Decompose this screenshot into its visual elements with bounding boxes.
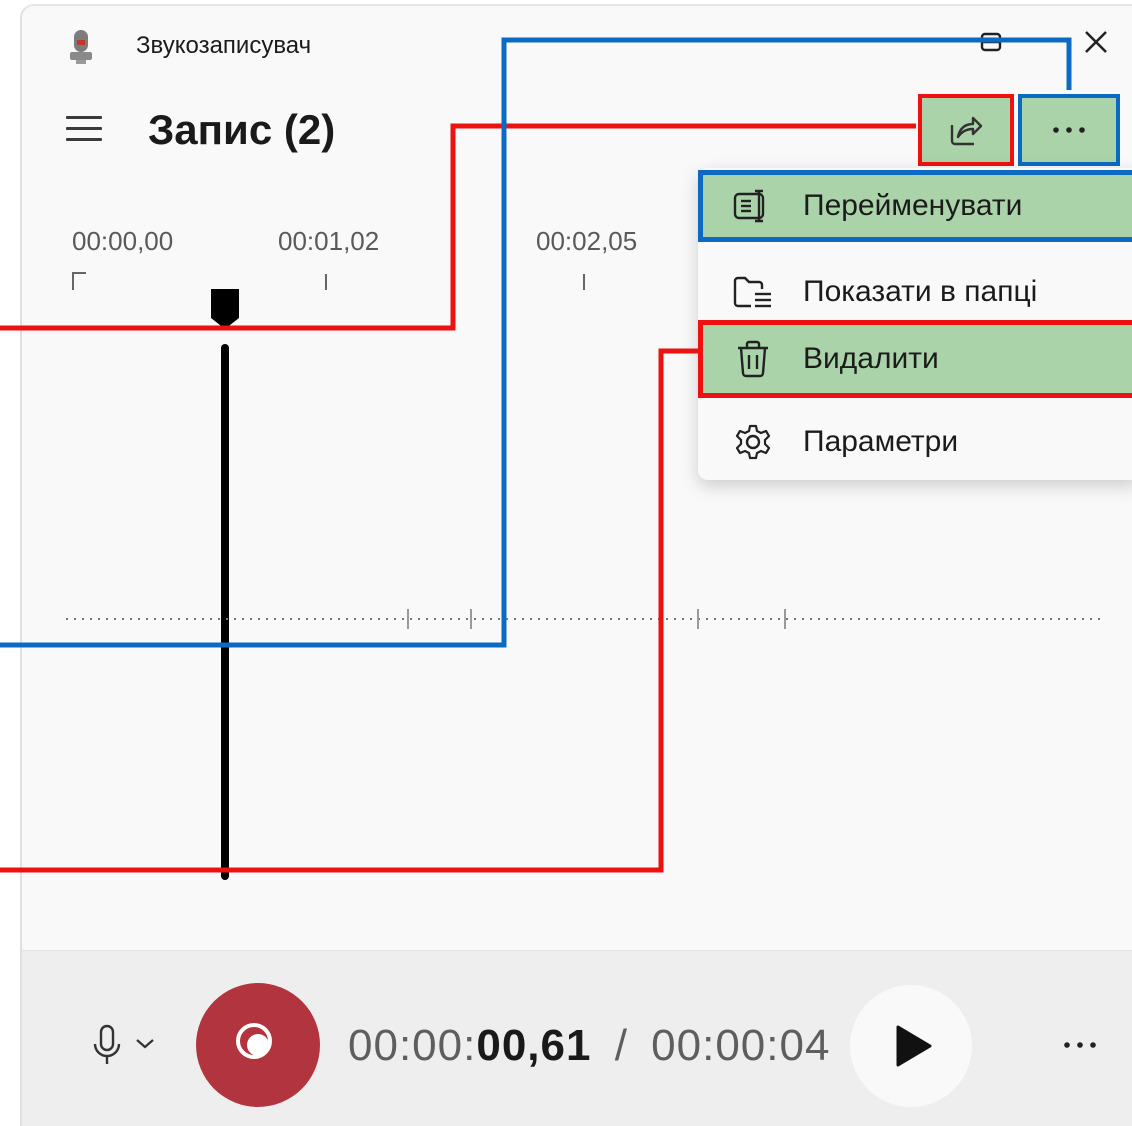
- duration-time: 00:00:04: [651, 1021, 831, 1070]
- share-icon: [950, 116, 983, 146]
- more-options-button[interactable]: [1018, 94, 1120, 166]
- more-icon: [1064, 1042, 1096, 1048]
- maximize-icon[interactable]: [980, 30, 1002, 54]
- page-title: Запис (2): [148, 106, 336, 153]
- share-button[interactable]: [918, 94, 1014, 166]
- menu-item-rename[interactable]: Перейменувати: [698, 170, 1132, 242]
- trash-icon: [738, 340, 768, 378]
- playback-bar: 00:00:00,61 / 00:00:04: [22, 950, 1132, 1126]
- app-window: Звукозаписувач Запис (2) 00:00,00 00:01,…: [20, 4, 1132, 1126]
- folder-icon: [733, 276, 771, 308]
- menu-item-label: Параметри: [803, 425, 959, 458]
- timeline-tick-label: 00:02,05: [536, 226, 638, 256]
- waveform-marker: [407, 609, 409, 629]
- position-time-value: 00,61: [476, 1021, 592, 1070]
- record-dot: [247, 1034, 269, 1056]
- chevron-down-icon: [136, 1039, 154, 1049]
- timeline-tick: [72, 272, 74, 290]
- playhead-handle[interactable]: [210, 288, 240, 330]
- menu-item-delete[interactable]: Видалити: [698, 320, 1132, 398]
- microphone-icon: [93, 1024, 121, 1064]
- playhead-line[interactable]: [221, 344, 229, 880]
- playback-more-button[interactable]: [1062, 1031, 1106, 1059]
- microphone-app-icon: [70, 30, 92, 64]
- menu-item-show-in-folder[interactable]: Показати в папці: [698, 256, 1132, 328]
- play-icon: [896, 1025, 932, 1067]
- more-icon: [1053, 127, 1085, 133]
- gear-icon: [735, 424, 771, 460]
- window-title: Звукозаписувач: [136, 32, 312, 59]
- microphone-select[interactable]: [88, 1023, 160, 1067]
- play-button[interactable]: [850, 985, 972, 1107]
- close-icon[interactable]: [1082, 28, 1110, 56]
- time-separator: /: [614, 1021, 628, 1070]
- timeline-tick: [72, 272, 86, 274]
- context-menu: Перейменувати Показати в папці Видалити …: [698, 168, 1132, 480]
- menu-item-label: Показати в папці: [803, 275, 1038, 308]
- waveform: [66, 618, 1106, 620]
- waveform-marker: [697, 609, 699, 629]
- timeline-tick: [325, 274, 327, 290]
- timeline-tick: [583, 274, 585, 290]
- timeline-tick-label: 00:01,02: [278, 226, 380, 256]
- hamburger-menu-icon[interactable]: [66, 116, 102, 144]
- rename-icon: [733, 189, 765, 223]
- timeline-tick-label: 00:00,00: [72, 226, 174, 256]
- time-display: 00:00:00,61 / 00:00:04: [348, 1021, 830, 1071]
- position-time-prefix: 00:00:: [348, 1021, 477, 1070]
- menu-item-label: Видалити: [803, 342, 939, 375]
- record-button[interactable]: [196, 983, 320, 1107]
- waveform-marker: [784, 609, 786, 629]
- menu-item-settings[interactable]: Параметри: [698, 406, 1132, 478]
- menu-item-label: Перейменувати: [803, 189, 1023, 222]
- waveform-marker: [470, 609, 472, 629]
